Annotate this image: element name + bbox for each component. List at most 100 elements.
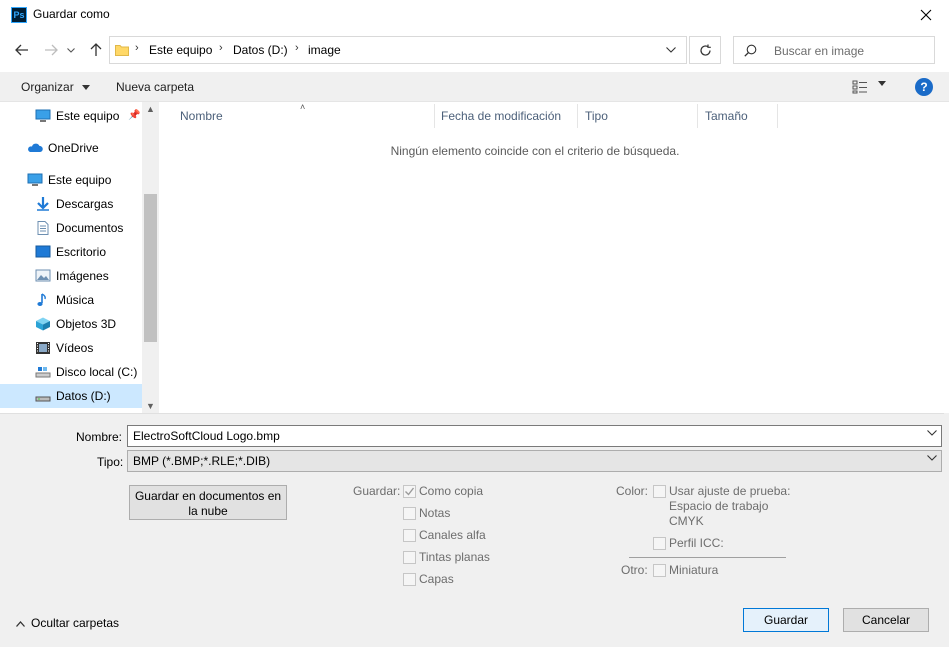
chevron-down-icon: [927, 455, 937, 461]
sidebar-item-label: Este equipo: [56, 109, 120, 123]
arrow-up-icon: [90, 43, 102, 56]
breadcrumb-separator: ›: [135, 42, 139, 54]
thumbnail-label: Miniatura: [669, 563, 719, 577]
drive-icon: [35, 396, 51, 402]
cloud-icon: [28, 143, 43, 152]
video-icon: [36, 342, 50, 354]
proof-setup-checkbox[interactable]: [653, 485, 666, 498]
column-divider[interactable]: [577, 104, 578, 128]
sidebar-item-label: Documentos: [56, 221, 124, 235]
new-folder-button[interactable]: Nueva carpeta: [116, 80, 194, 94]
recent-locations-button[interactable]: [64, 39, 78, 61]
file-name-input[interactable]: ElectroSoftCloud Logo.bmp: [127, 425, 942, 447]
navigation-pane: Este equipo 📌 OneDrive Este equipo Desca…: [0, 102, 159, 413]
search-icon: [744, 44, 757, 57]
up-button[interactable]: [85, 39, 107, 61]
sidebar-item-downloads[interactable]: Descargas: [0, 192, 142, 216]
sidebar-item-pictures[interactable]: Imágenes: [0, 264, 142, 288]
close-button[interactable]: [903, 0, 949, 30]
navigation-scrollbar[interactable]: ▲ ▼: [142, 102, 159, 413]
column-header-name[interactable]: Nombre: [180, 102, 223, 128]
column-divider[interactable]: [777, 104, 778, 128]
breadcrumb-this-pc[interactable]: Este equipo: [149, 43, 212, 57]
sidebar-item-desktop[interactable]: Escritorio: [0, 240, 142, 264]
scroll-up-icon[interactable]: ▲: [146, 104, 155, 114]
spot-colors-checkbox[interactable]: [403, 551, 416, 564]
refresh-button[interactable]: [689, 36, 721, 64]
photoshop-app-icon: Ps: [11, 7, 27, 23]
drive-icon: [35, 367, 51, 378]
help-icon[interactable]: ?: [915, 78, 933, 96]
cancel-button[interactable]: Cancelar: [843, 608, 929, 632]
sidebar-item-label: Este equipo: [48, 173, 112, 187]
icc-profile-checkbox[interactable]: [653, 537, 666, 550]
icc-profile-label: Perfil ICC:: [669, 536, 724, 550]
proof-setup-cmyk: CMYK: [669, 514, 704, 528]
back-button[interactable]: [11, 39, 33, 61]
toolbar: Organizar Nueva carpeta ?: [0, 72, 949, 102]
address-bar[interactable]: › Este equipo › Datos (D:) › image: [109, 36, 687, 64]
sidebar-item-videos[interactable]: Vídeos: [0, 336, 142, 360]
breadcrumb-image[interactable]: image: [308, 43, 341, 57]
arrow-right-icon: [45, 44, 58, 56]
column-divider[interactable]: [434, 104, 435, 128]
close-icon: [920, 9, 932, 21]
scrollbar-thumb[interactable]: [144, 194, 157, 342]
sidebar-item-this-pc-quick[interactable]: Este equipo 📌: [0, 104, 142, 128]
sidebar-item-3d-objects[interactable]: Objetos 3D: [0, 312, 142, 336]
caret-down-icon[interactable]: [878, 81, 886, 86]
window-title: Guardar como: [33, 7, 110, 21]
as-copy-label: Como copia: [419, 484, 484, 498]
chevron-down-icon: [666, 47, 676, 53]
chevron-down-icon: [67, 47, 75, 53]
hide-folders-button[interactable]: Ocultar carpetas: [16, 616, 119, 630]
save-group-label: Guardar:: [353, 484, 401, 498]
divider: [629, 557, 786, 558]
thumbnail-checkbox[interactable]: [653, 564, 666, 577]
breadcrumb-data-drive[interactable]: Datos (D:): [233, 43, 288, 57]
breadcrumb-separator: ›: [295, 42, 299, 54]
notes-checkbox[interactable]: [403, 507, 416, 520]
file-type-select[interactable]: BMP (*.BMP;*.RLE;*.DIB): [127, 450, 942, 472]
forward-button[interactable]: [40, 39, 62, 61]
address-dropdown-button[interactable]: [656, 37, 686, 63]
column-header-type[interactable]: Tipo: [585, 102, 608, 128]
breadcrumb-separator: ›: [219, 42, 223, 54]
file-type-value: BMP (*.BMP;*.RLE;*.DIB): [133, 454, 271, 468]
sidebar-item-data-d[interactable]: Datos (D:): [0, 384, 142, 408]
sidebar-item-documents[interactable]: Documentos: [0, 216, 142, 240]
search-input[interactable]: Buscar en image: [733, 36, 935, 64]
sidebar-item-onedrive[interactable]: OneDrive: [0, 136, 142, 160]
computer-icon: [35, 109, 51, 122]
alpha-channels-label: Canales alfa: [419, 528, 486, 542]
organize-button[interactable]: Organizar: [21, 80, 91, 94]
view-options-icon[interactable]: [852, 80, 868, 94]
arrow-left-icon: [15, 44, 28, 56]
save-to-cloud-button[interactable]: Guardar en documentos en la nube: [129, 485, 287, 520]
download-icon: [37, 197, 49, 211]
chevron-up-icon: [16, 620, 25, 627]
computer-icon: [27, 173, 43, 186]
sidebar-item-label: Objetos 3D: [56, 317, 117, 331]
chevron-down-icon[interactable]: [927, 430, 937, 436]
save-button[interactable]: Guardar: [743, 608, 829, 632]
alpha-channels-checkbox[interactable]: [403, 529, 416, 542]
sidebar-item-local-disk-c[interactable]: Disco local (C:): [0, 360, 142, 384]
column-divider[interactable]: [697, 104, 698, 128]
sidebar-item-music[interactable]: Música: [0, 288, 142, 312]
sidebar-item-label: Música: [56, 293, 95, 307]
other-group-label: Otro:: [621, 563, 648, 577]
pin-icon: 📌: [128, 110, 141, 121]
empty-message: Ningún elemento coincide con el criterio…: [390, 144, 680, 158]
sidebar-item-this-pc[interactable]: Este equipo: [0, 168, 142, 192]
panel-scrollbar[interactable]: [944, 413, 949, 647]
layers-checkbox[interactable]: [403, 573, 416, 586]
hide-folders-label: Ocultar carpetas: [31, 616, 120, 630]
column-header-size[interactable]: Tamaño: [705, 102, 748, 128]
sidebar-item-label: OneDrive: [48, 141, 99, 155]
sidebar-item-label: Datos (D:): [56, 389, 111, 403]
color-group-label: Color:: [616, 484, 649, 498]
column-header-modified[interactable]: Fecha de modificación: [441, 102, 561, 128]
scroll-down-icon[interactable]: ▼: [146, 401, 155, 411]
as-copy-checkbox[interactable]: [403, 485, 416, 498]
